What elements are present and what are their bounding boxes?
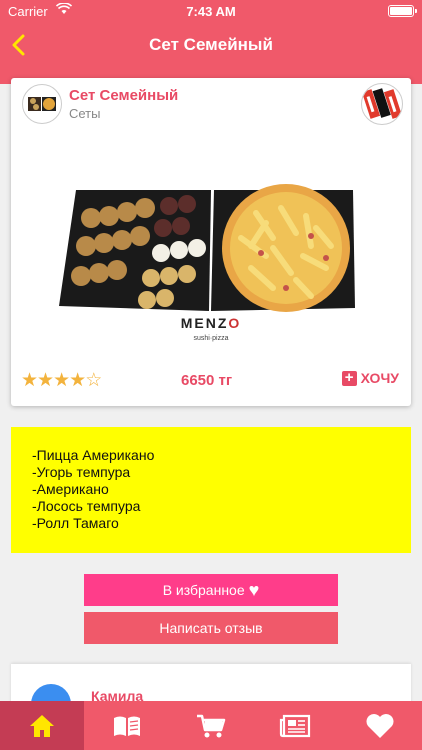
tab-favorites[interactable]	[338, 701, 422, 750]
cart-icon	[197, 714, 226, 737]
heart-icon: ♥	[248, 580, 260, 600]
star-icon: ★	[69, 370, 86, 391]
favorites-label: В избранное	[162, 582, 245, 598]
ingredient-item: -Пицца Американо	[32, 447, 155, 463]
clock: 7:43 AM	[186, 4, 236, 19]
tab-bar	[0, 701, 422, 750]
ingredients-list: -Пицца Американо -Угорь темпура -Америка…	[11, 427, 411, 532]
rating-stars: ★★★★☆	[21, 369, 102, 392]
menu-book-icon	[113, 716, 140, 736]
ingredient-item: -Американо	[32, 481, 109, 497]
category-avatar[interactable]	[361, 83, 403, 125]
ingredient-item: -Угорь темпура	[32, 464, 131, 480]
plus-icon: +	[341, 370, 357, 386]
home-icon	[30, 714, 55, 737]
star-empty-icon: ☆	[85, 370, 102, 391]
add-to-favorites-button[interactable]: В избранное ♥	[84, 574, 338, 606]
page-title: Сет Семейный	[149, 35, 273, 54]
star-icon: ★	[53, 370, 70, 391]
heart-icon	[366, 713, 394, 738]
svg-text:sushi·pizza: sushi·pizza	[193, 335, 228, 342]
ingredient-item: -Ролл Тамаго	[32, 515, 119, 531]
want-label: ХОЧУ	[360, 370, 399, 386]
review-label: Написать отзыв	[159, 620, 263, 636]
tab-menu[interactable]	[84, 701, 168, 750]
restaurant-avatar[interactable]	[22, 84, 62, 124]
product-photo: MENZO sushi·pizza	[11, 128, 361, 353]
status-bar: Carrier 7:43 AM	[0, 0, 422, 22]
ingredients-box: -Пицца Американо -Угорь темпура -Америка…	[11, 427, 411, 553]
battery-icon	[388, 5, 417, 17]
tab-cart[interactable]	[169, 701, 253, 750]
header: Carrier 7:43 AM Сет Семейный	[0, 0, 422, 84]
want-button[interactable]: + ХОЧУ	[341, 370, 399, 386]
star-icon: ★	[21, 370, 38, 391]
menzo-logo: MENZO	[181, 315, 242, 331]
product-card: Сет Семейный Сеты MENZO sushi·pizza ★★★★…	[11, 78, 411, 406]
tab-home[interactable]	[0, 701, 85, 750]
news-icon	[280, 714, 311, 737]
product-name: Сет Семейный	[69, 87, 179, 104]
tab-news[interactable]	[253, 701, 337, 750]
ingredient-item: -Лосось темпура	[32, 498, 141, 514]
star-icon: ★	[37, 370, 54, 391]
product-category: Сеты	[69, 106, 101, 121]
write-review-button[interactable]: Написать отзыв	[84, 612, 338, 644]
product-price: 6650 тг	[181, 372, 233, 389]
card-footer: ★★★★☆ 6650 тг + ХОЧУ	[11, 364, 411, 394]
